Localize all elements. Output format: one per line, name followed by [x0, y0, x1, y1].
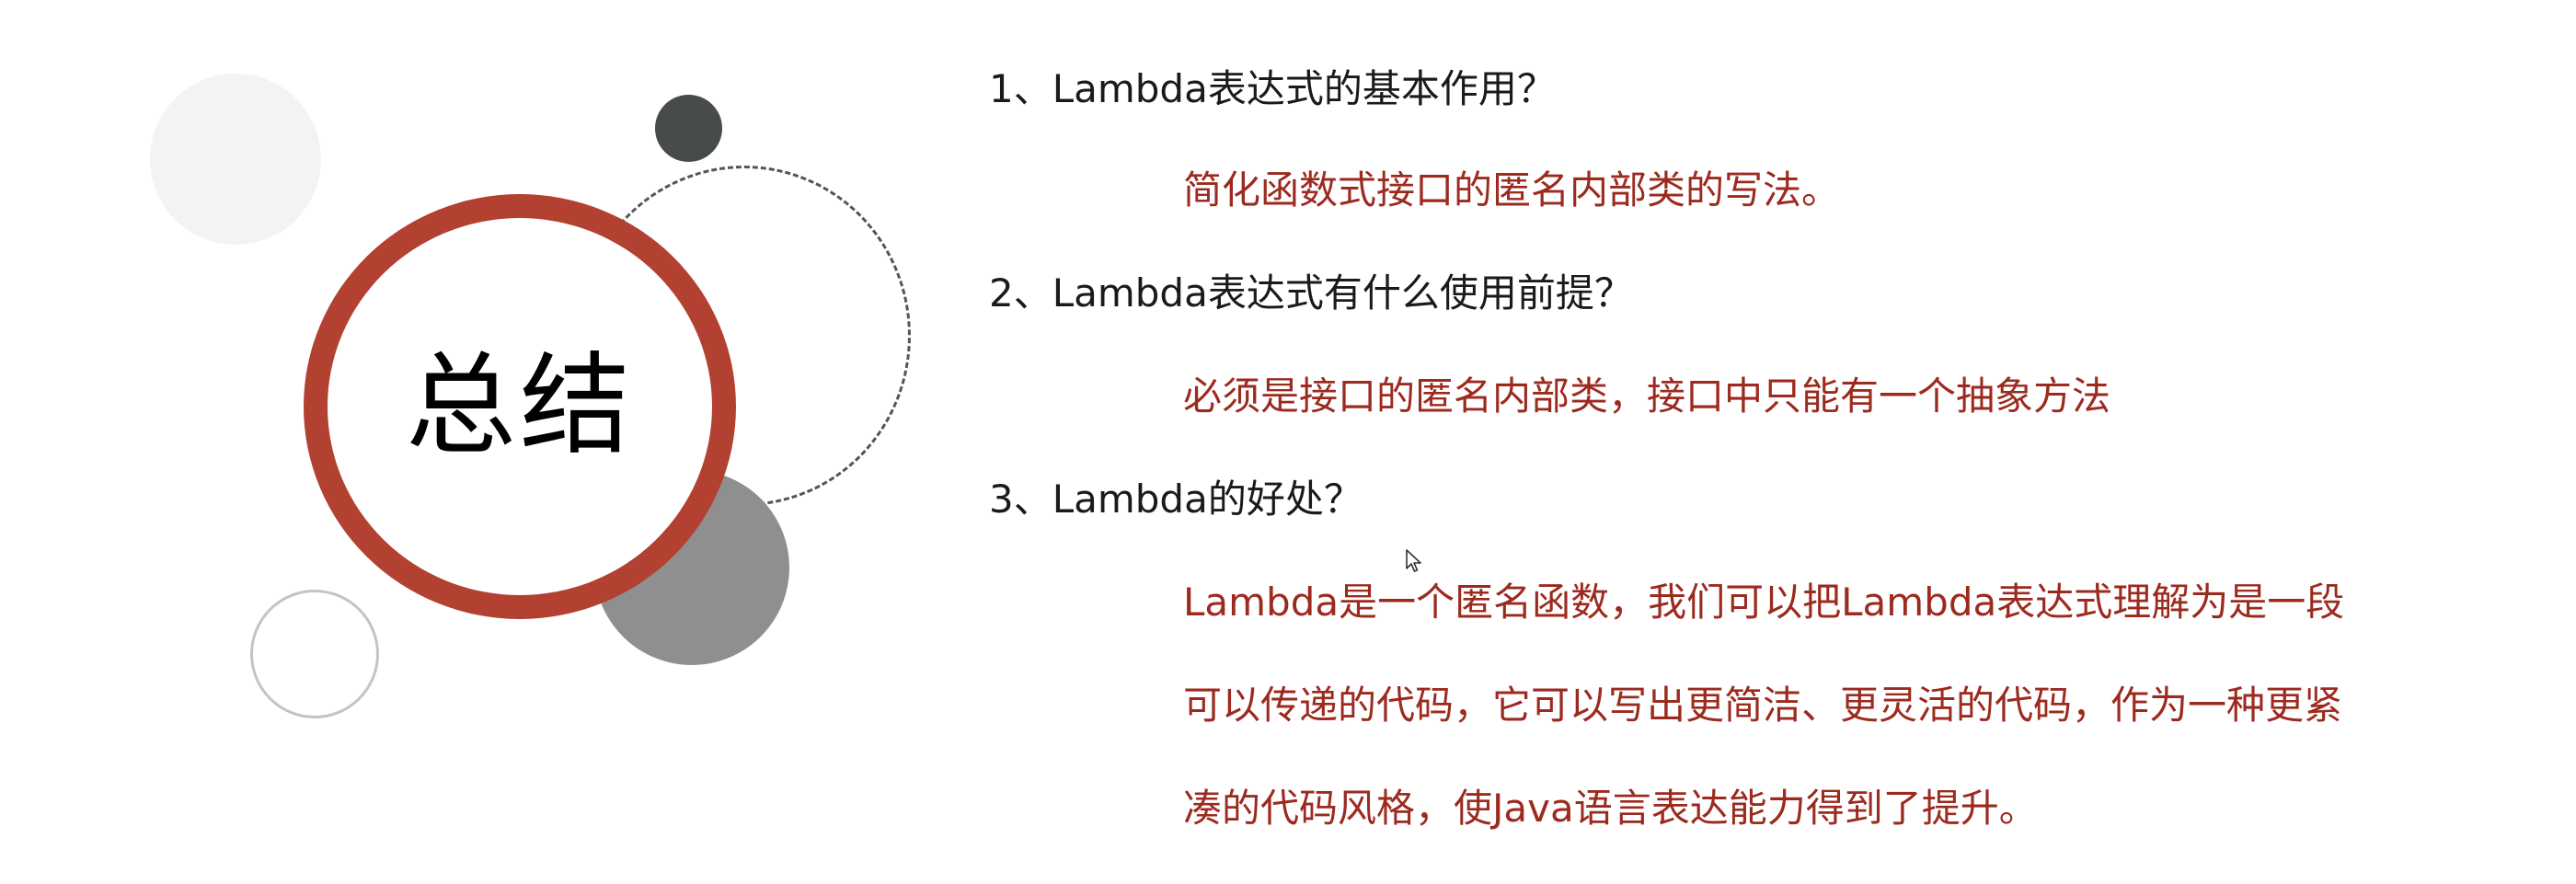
question-1: 1、Lambda表达式的基本作用？: [989, 66, 1556, 111]
decorative-dark-dot: [655, 95, 722, 162]
answer-3-line-1: Lambda是一个匿名函数，我们可以把Lambda表达式理解为是一段: [1183, 580, 2345, 625]
decorative-outline-circle: [250, 590, 379, 718]
question-3: 3、Lambda的好处？: [989, 476, 1363, 522]
answer-3-line-3: 凑的代码风格，使Java语言表达能力得到了提升。: [1183, 786, 2038, 831]
answer-3-line-2: 可以传递的代码，它可以写出更简洁、更灵活的代码，作为一种更紧: [1183, 683, 2343, 728]
answer-2: 必须是接口的匿名内部类，接口中只能有一个抽象方法: [1183, 373, 2111, 419]
slide-title: 总结: [406, 342, 634, 470]
decorative-light-gray-circle: [150, 74, 321, 245]
mouse-pointer-icon: [1406, 549, 1421, 572]
slide: 总结 1、Lambda表达式的基本作用？ 简化函数式接口的匿名内部类的写法。 2…: [0, 0, 2576, 884]
answer-1: 简化函数式接口的匿名内部类的写法。: [1183, 167, 1841, 212]
question-2: 2、Lambda表达式有什么使用前提？: [989, 270, 1633, 316]
title-circle: 总结: [304, 194, 736, 619]
